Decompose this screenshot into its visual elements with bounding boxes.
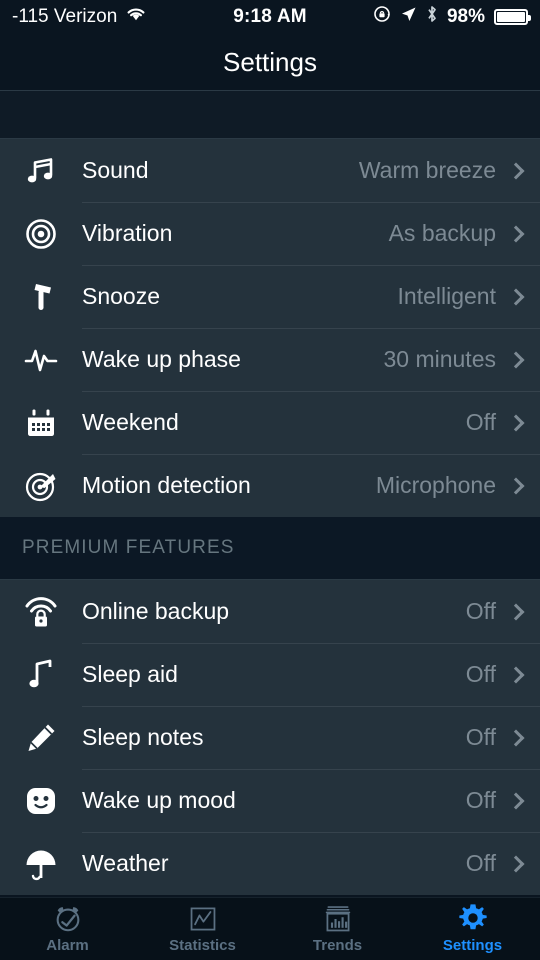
chevron-right-icon xyxy=(507,225,525,242)
row-label: Snooze xyxy=(82,283,161,309)
tab-settings[interactable]: Settings xyxy=(405,904,540,954)
chevron-right-icon xyxy=(507,162,525,179)
row-label: Online backup xyxy=(82,598,230,624)
row-label: Weather xyxy=(82,850,169,876)
settings-row[interactable]: Weather Off xyxy=(0,832,540,895)
settings-row[interactable]: Sleep notes Off xyxy=(0,706,540,769)
row-label: Wake up phase xyxy=(82,346,241,372)
settings-row[interactable]: Weekend Off xyxy=(0,391,540,454)
chevron-right-icon xyxy=(507,855,525,872)
gear-icon xyxy=(457,904,489,934)
bar-chart-icon xyxy=(323,904,353,934)
alarm-clock-icon xyxy=(52,904,84,934)
section-header: PREMIUM FEATURES xyxy=(0,517,540,580)
tab-statistics[interactable]: Statistics xyxy=(135,904,270,954)
hammer-icon xyxy=(0,280,82,314)
navigation-bar: Settings xyxy=(0,34,540,90)
calendar-icon xyxy=(0,406,82,440)
chevron-right-icon xyxy=(507,477,525,494)
chevron-right-icon xyxy=(507,414,525,431)
settings-row[interactable]: Vibration As backup xyxy=(0,202,540,265)
wifi-lock-icon xyxy=(0,595,82,629)
line-chart-icon xyxy=(188,904,218,934)
tab-label: Trends xyxy=(312,937,363,954)
settings-row[interactable]: Sound Warm breeze xyxy=(0,139,540,202)
chevron-right-icon xyxy=(507,666,525,683)
battery-full-icon xyxy=(494,9,531,25)
chevron-right-icon xyxy=(507,603,525,620)
row-value: Intelligent xyxy=(397,283,496,309)
row-value: Off xyxy=(465,724,496,750)
row-value: As backup xyxy=(388,220,496,246)
page-title: Settings xyxy=(223,46,317,77)
row-value: 30 minutes xyxy=(383,346,496,372)
settings-row[interactable]: Motion detection Microphone xyxy=(0,454,540,517)
tab-label: Alarm xyxy=(46,937,89,954)
row-value: Microphone xyxy=(375,472,496,498)
tab-label: Settings xyxy=(442,937,503,954)
status-bar-left: -115 Verizon xyxy=(12,6,147,28)
settings-screen: -115 Verizon 9:18 AM 98% Settings Sound … xyxy=(0,0,540,960)
row-label: Motion detection xyxy=(82,472,251,498)
single-note-icon xyxy=(0,658,82,692)
tab-trends[interactable]: Trends xyxy=(270,904,405,954)
settings-row[interactable]: Wake up phase 30 minutes xyxy=(0,328,540,391)
chevron-right-icon xyxy=(507,288,525,305)
row-value: Off xyxy=(465,661,496,687)
battery-percent-label: 98% xyxy=(446,6,485,27)
row-label: Vibration xyxy=(82,220,173,246)
music-note-icon xyxy=(0,154,82,188)
umbrella-icon xyxy=(0,847,82,881)
settings-row[interactable]: Sleep aid Off xyxy=(0,643,540,706)
radar-icon xyxy=(0,469,82,503)
status-bar-right: 98% xyxy=(373,5,531,29)
wifi-icon xyxy=(125,6,147,28)
chevron-right-icon xyxy=(507,729,525,746)
row-value: Off xyxy=(465,598,496,624)
row-label: Sound xyxy=(82,157,149,183)
carrier-label: -115 Verizon xyxy=(12,6,118,27)
tab-label: Statistics xyxy=(169,937,236,954)
row-value: Warm breeze xyxy=(358,157,496,183)
row-label: Weekend xyxy=(82,409,179,435)
smiley-face-icon xyxy=(0,784,82,818)
tab-alarm[interactable]: Alarm xyxy=(0,904,135,954)
settings-group: Online backup Off Sleep aid Off Sleep notes O… xyxy=(0,580,540,895)
row-value: Off xyxy=(465,787,496,813)
settings-list: Sound Warm breeze Vibration As backup Snooze… xyxy=(0,139,540,895)
settings-group: Sound Warm breeze Vibration As backup Snooze… xyxy=(0,139,540,517)
settings-row[interactable]: Wake up mood Off xyxy=(0,769,540,832)
status-bar: -115 Verizon 9:18 AM 98% xyxy=(0,0,540,34)
bullseye-icon xyxy=(0,217,82,251)
rotation-lock-icon xyxy=(373,5,391,29)
tab-bar: Alarm Statistics Trends Settings xyxy=(0,897,540,960)
settings-row[interactable]: Online backup Off xyxy=(0,580,540,643)
chevron-right-icon xyxy=(507,792,525,809)
top-spacer xyxy=(0,90,540,139)
row-value: Off xyxy=(465,850,496,876)
bluetooth-icon xyxy=(426,5,438,29)
chevron-right-icon xyxy=(507,351,525,368)
row-label: Wake up mood xyxy=(82,787,236,813)
row-label: Sleep aid xyxy=(82,661,178,687)
location-arrow-icon xyxy=(400,6,417,29)
row-label: Sleep notes xyxy=(82,724,204,750)
pulse-wave-icon xyxy=(0,343,82,377)
settings-row[interactable]: Snooze Intelligent xyxy=(0,265,540,328)
row-value: Off xyxy=(465,409,496,435)
pencil-icon xyxy=(0,721,82,755)
